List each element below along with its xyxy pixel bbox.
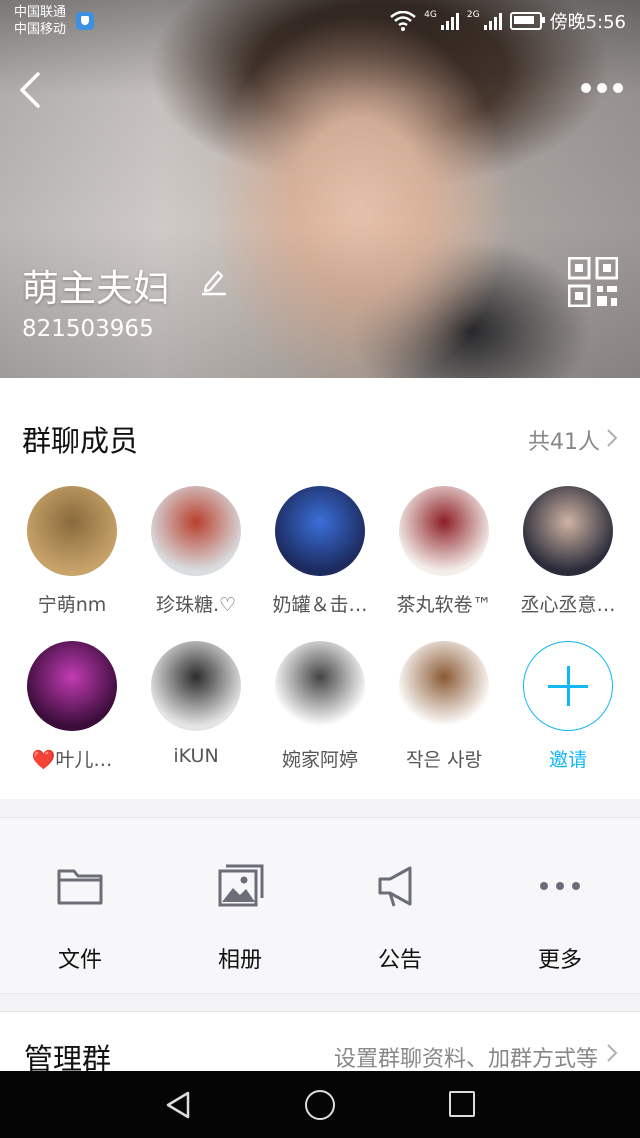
avatar[interactable] — [27, 486, 117, 576]
members-count[interactable]: 共41人 — [528, 424, 600, 456]
member-name: ❤️叶儿… — [31, 749, 113, 771]
nav-back-icon[interactable] — [164, 1090, 192, 1120]
member-name: 珍珠糖.♡ — [155, 594, 237, 616]
member-name: 茶丸软卷™ — [396, 594, 492, 616]
action-files[interactable]: 文件 — [0, 818, 160, 993]
avatar[interactable] — [151, 641, 241, 731]
member-item[interactable]: 奶罐＆击… — [258, 486, 382, 617]
action-more-label: 更多 — [537, 948, 582, 973]
plus-icon[interactable] — [523, 641, 613, 731]
signal-icon — [440, 12, 459, 30]
group-header: 中国联通 中国移动 4G 2G 傍晚5:56 萌主夫妇 821503965 — [0, 0, 640, 378]
action-album-label: 相册 — [217, 948, 262, 973]
more-icon — [540, 882, 580, 890]
action-announcement-label: 公告 — [377, 948, 422, 973]
member-item[interactable]: ❤️叶儿… — [10, 641, 134, 772]
group-name: 萌主夫妇 — [22, 267, 170, 310]
shield-icon — [76, 12, 94, 30]
megaphone-icon — [378, 866, 412, 907]
member-item[interactable]: 珍珠糖.♡ — [134, 486, 258, 617]
more-options-icon[interactable] — [580, 78, 624, 98]
action-announcement[interactable]: 公告 — [320, 818, 480, 993]
invite-label: 邀请 — [548, 749, 587, 771]
members-title: 群聊成员 — [22, 424, 139, 458]
qrcode-icon[interactable] — [568, 257, 618, 307]
back-arrow-icon[interactable] — [18, 70, 54, 110]
member-item[interactable]: 宁萌nm — [10, 486, 134, 617]
status-bar: 中国联通 中国移动 4G 2G 傍晚5:56 — [0, 0, 640, 42]
member-name: 작은 사랑 — [406, 749, 482, 771]
album-icon — [218, 864, 264, 907]
member-item[interactable]: 丞心丞意… — [506, 486, 630, 617]
members-section: 群聊成员 共41人 宁萌nm 珍珠糖.♡ 奶罐＆击… 茶丸软卷™ 丞心丞意… ❤️叶儿… i… — [0, 378, 640, 799]
system-nav-bar — [0, 1071, 640, 1138]
battery-icon — [509, 12, 545, 30]
member-item[interactable]: 婉家阿婷 — [258, 641, 382, 772]
carrier-1: 中国联通 — [14, 5, 67, 20]
avatar[interactable] — [275, 641, 365, 731]
nav-recent-apps-icon[interactable] — [449, 1091, 475, 1117]
action-album[interactable]: 相册 — [160, 818, 320, 993]
wifi-icon — [390, 11, 416, 31]
folder-icon — [57, 869, 103, 905]
action-files-label: 文件 — [57, 948, 102, 973]
invite-button[interactable]: 邀请 — [506, 641, 630, 772]
signal-icon-2 — [483, 12, 502, 30]
carrier-2: 中国移动 — [14, 22, 67, 37]
manage-group-row[interactable]: 管理群 设置群聊资料、加群方式等 — [0, 1011, 640, 1076]
edit-pencil-icon[interactable] — [200, 266, 228, 296]
actions-bar: 文件 相册 公告 更多 — [0, 817, 640, 994]
group-id: 821503965 — [22, 316, 154, 342]
member-name: 丞心丞意… — [520, 594, 616, 616]
member-name: 宁萌nm — [37, 594, 107, 616]
net-type-2: 2G — [466, 10, 480, 20]
avatar[interactable] — [275, 486, 365, 576]
net-type-1: 4G — [424, 10, 437, 20]
member-name: 奶罐＆击… — [272, 594, 368, 616]
chevron-right-icon[interactable] — [606, 428, 618, 448]
member-name: iKUN — [173, 745, 219, 767]
avatar[interactable] — [399, 641, 489, 731]
avatar[interactable] — [399, 486, 489, 576]
carrier-labels: 中国联通 中国移动 — [14, 4, 66, 38]
member-item[interactable]: 작은 사랑 — [382, 641, 506, 772]
avatar[interactable] — [151, 486, 241, 576]
action-more[interactable]: 更多 — [480, 818, 640, 993]
avatar[interactable] — [27, 641, 117, 731]
avatar[interactable] — [523, 486, 613, 576]
member-name: 婉家阿婷 — [281, 749, 358, 771]
member-item[interactable]: 茶丸软卷™ — [382, 486, 506, 617]
chevron-right-icon — [607, 1044, 618, 1062]
nav-home-icon[interactable] — [305, 1090, 335, 1120]
manage-description: 设置群聊资料、加群方式等 — [333, 1047, 598, 1072]
status-indicators: 4G 2G 傍晚5:56 — [390, 8, 626, 34]
status-time: 傍晚5:56 — [549, 12, 626, 33]
member-item[interactable]: iKUN — [134, 641, 258, 767]
